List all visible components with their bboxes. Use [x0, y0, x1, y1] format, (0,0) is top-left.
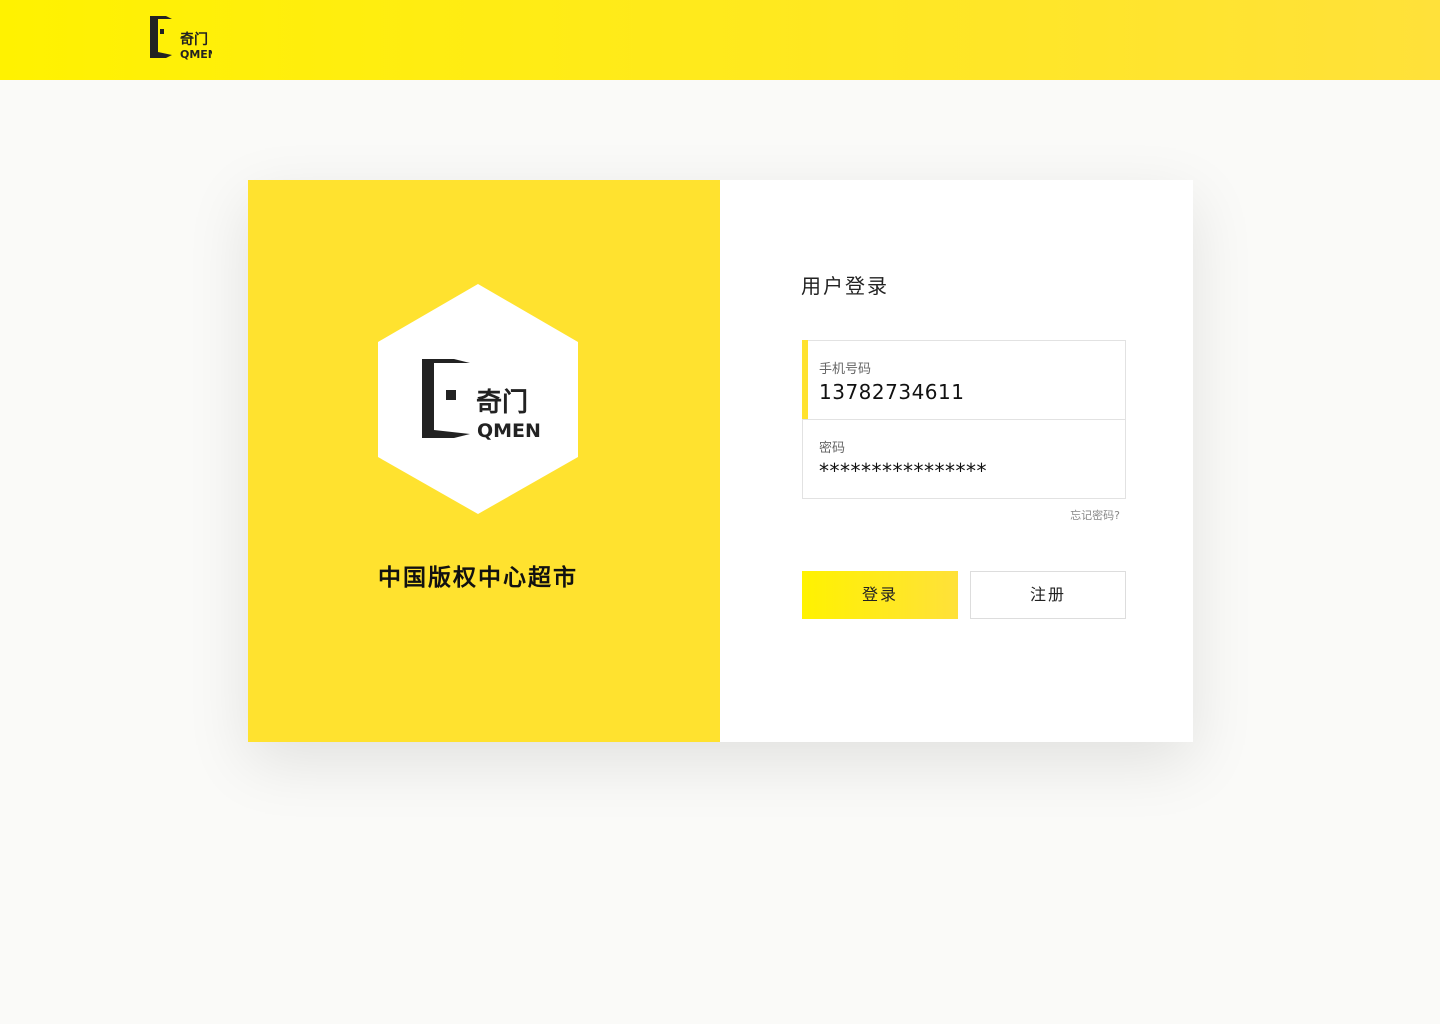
brand-slogan: 中国版权中心超市: [378, 565, 578, 591]
brand-panel: 奇门 QMEN 中国版权中心超市: [248, 180, 720, 742]
password-field[interactable]: 密码 ****************: [802, 419, 1126, 499]
top-header-bar: 奇门 QMEN: [0, 0, 1440, 80]
svg-text:QMEN: QMEN: [180, 48, 212, 60]
login-card: 奇门 QMEN 中国版权中心超市 用户登录 手机号码 13782734611 密…: [248, 180, 1193, 742]
forgot-password-link[interactable]: 忘记密码?: [1020, 507, 1120, 523]
register-button[interactable]: 注册: [970, 571, 1126, 619]
phone-field[interactable]: 手机号码 13782734611: [802, 340, 1126, 420]
hexagon-logo-badge: 奇门 QMEN: [378, 284, 578, 514]
password-label: 密码: [819, 441, 846, 456]
svg-text:奇门: 奇门: [476, 388, 528, 418]
login-title: 用户登录: [801, 274, 889, 298]
login-button[interactable]: 登录: [802, 571, 958, 619]
phone-label: 手机号码: [819, 362, 872, 377]
login-panel: 用户登录 手机号码 13782734611 密码 ***************…: [720, 180, 1193, 742]
phone-input[interactable]: 13782734611: [819, 380, 964, 404]
svg-text:奇门: 奇门: [180, 31, 208, 48]
password-input[interactable]: ****************: [819, 459, 987, 483]
svg-text:QMEN: QMEN: [477, 420, 541, 442]
qmen-logo[interactable]: 奇门 QMEN: [150, 16, 212, 60]
